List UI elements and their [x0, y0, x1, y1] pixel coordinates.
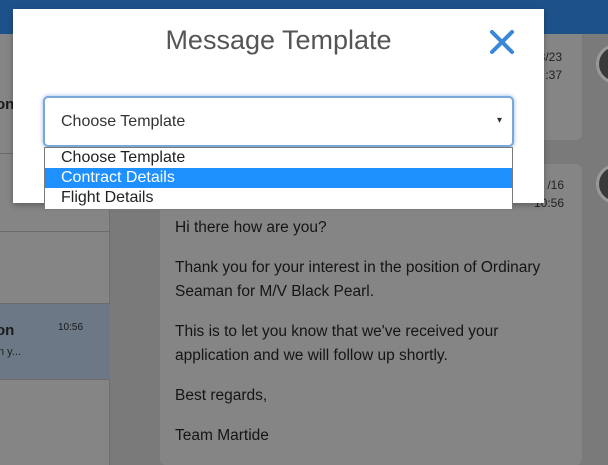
modal-title: Message Template: [165, 25, 392, 55]
avatar: [596, 164, 608, 204]
message-paragraph: Hi there how are you?: [175, 219, 327, 236]
conversation-name: on: [0, 322, 15, 339]
dropdown-option-highlighted[interactable]: Contract Details: [45, 168, 512, 188]
message-date: /16: [547, 178, 564, 192]
message-paragraph: Team Martide: [175, 427, 269, 444]
conversation-time: 10:56: [58, 322, 84, 333]
dropdown-option[interactable]: Flight Details: [45, 188, 512, 208]
message-time: :37: [545, 68, 562, 82]
message-paragraph: This is to let you know that we've recei…: [175, 323, 499, 364]
chevron-down-icon: ▾: [496, 115, 502, 126]
dropdown-option[interactable]: Choose Template: [45, 148, 512, 168]
conversation-item[interactable]: [0, 232, 110, 304]
conversation-item-active[interactable]: on 10:56 n y...: [0, 304, 110, 380]
message-paragraph: Best regards,: [175, 387, 268, 404]
avatar: [596, 44, 608, 84]
conversation-snippet: n y...: [0, 346, 22, 358]
close-icon: [490, 30, 514, 54]
message-paragraph: Thank you for your interest in the posit…: [175, 259, 541, 300]
template-select[interactable]: Choose Template ▾: [43, 96, 514, 147]
template-dropdown-list: Choose Template Contract Details Flight …: [44, 147, 513, 210]
close-button[interactable]: [487, 27, 517, 57]
select-value: Choose Template: [61, 113, 186, 130]
